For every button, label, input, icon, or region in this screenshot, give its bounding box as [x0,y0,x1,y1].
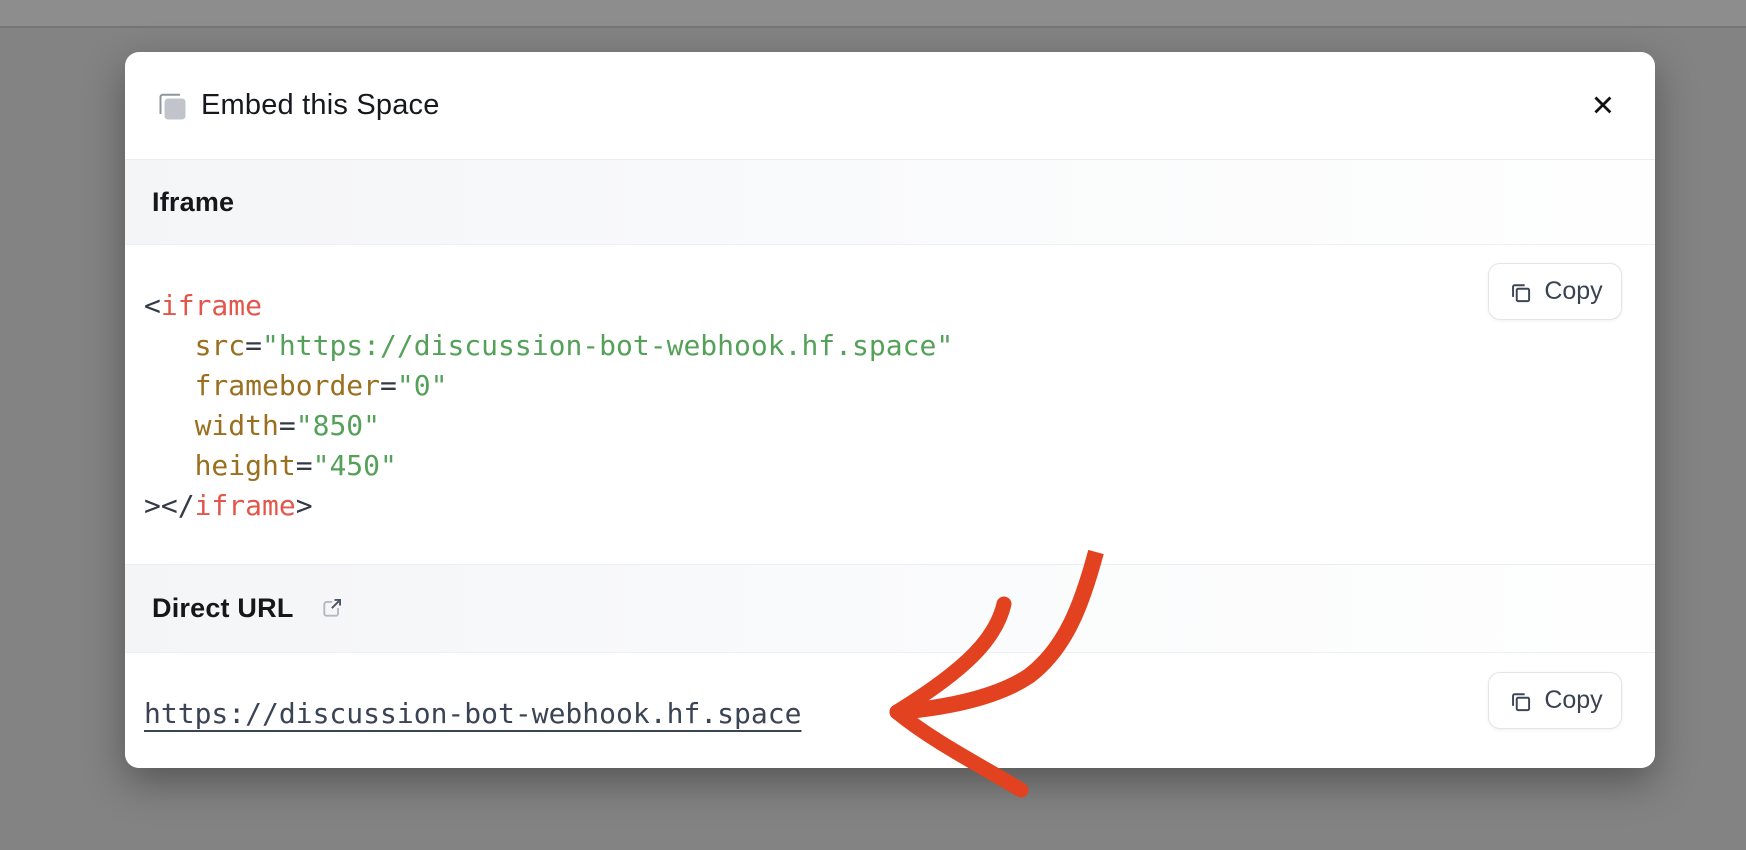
copy-button-label: Copy [1544,686,1602,715]
copy-icon [1507,279,1533,305]
copy-button-label: Copy [1544,277,1602,306]
code-line: src="https://discussion-bot-webhook.hf.s… [144,326,1655,366]
iframe-section-header: Iframe [125,159,1655,245]
embed-code-block: <iframe src="https://discussion-bot-webh… [125,245,1655,526]
direct-url-section-header: Direct URL [125,564,1655,653]
code-line: width="850" [144,406,1655,446]
code-line: <iframe [144,286,1655,326]
copy-iframe-button[interactable]: Copy [1488,263,1622,320]
code-line: height="450" [144,446,1655,486]
iframe-heading: Iframe [152,187,234,218]
iframe-code-section: <iframe src="https://discussion-bot-webh… [125,245,1655,564]
direct-url-section: https://discussion-bot-webhook.hf.space … [125,653,1655,768]
page-top-strip [0,0,1746,28]
code-line: frameborder="0" [144,366,1655,406]
copy-icon [1507,688,1533,714]
copy-url-button[interactable]: Copy [1488,672,1622,729]
modal-header: Embed this Space ✕ [125,52,1655,159]
direct-url-link[interactable]: https://discussion-bot-webhook.hf.space [144,694,801,734]
page-title: Embed this Space [201,89,440,122]
close-icon[interactable]: ✕ [1585,85,1621,126]
screen-background: Embed this Space ✕ Iframe <iframe src="h… [0,0,1746,850]
embed-space-modal: Embed this Space ✕ Iframe <iframe src="h… [125,52,1655,768]
embed-squares-icon [155,89,189,123]
direct-url-heading: Direct URL [152,593,294,624]
external-link-icon[interactable] [318,595,345,622]
code-line: ></iframe> [144,486,1655,526]
